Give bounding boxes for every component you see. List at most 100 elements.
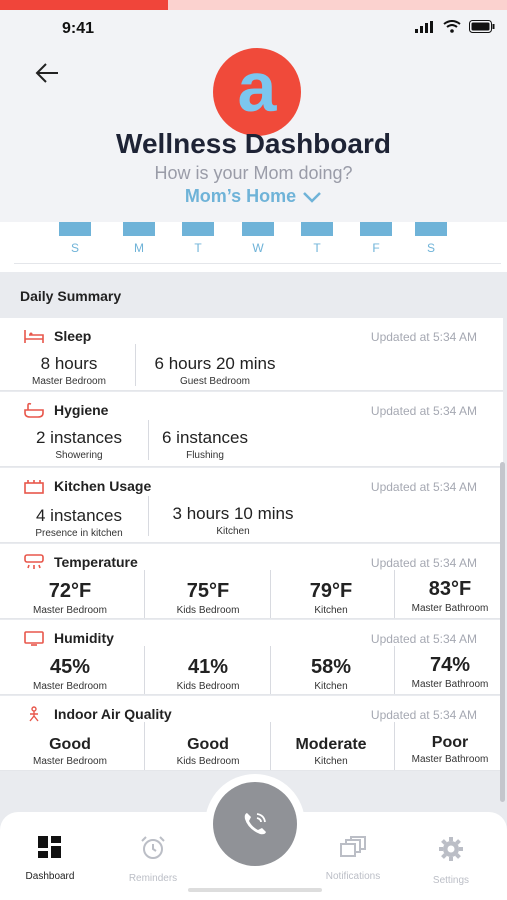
metric-location: Kitchen [314, 756, 348, 767]
metric-location: Kitchen [314, 681, 348, 692]
metric-location: Kitchen [216, 526, 250, 537]
metric-cell: 83°F Master Bathroom [397, 578, 503, 614]
page-subtitle: How is your Mom doing? [154, 163, 353, 183]
metric-cell: Moderate Kitchen [272, 736, 390, 767]
wifi-icon [443, 20, 461, 33]
day-column[interactable]: W [242, 222, 274, 255]
home-selector[interactable]: Mom’s Home [0, 186, 507, 207]
bathtub-icon [24, 402, 44, 418]
card-header: Humidity [24, 630, 114, 646]
metric-value: 72°F [48, 580, 92, 602]
metric-cell: 79°F Kitchen [272, 580, 390, 616]
bed-icon [24, 330, 44, 343]
day-label: F [372, 241, 380, 255]
metric-value: 75°F [186, 580, 230, 602]
metric-value: 58% [310, 656, 352, 678]
metric-location: Master Bedroom [33, 756, 107, 767]
day-bar [415, 222, 447, 236]
tab-notifications[interactable]: Notifications [313, 836, 393, 882]
day-column[interactable]: S [415, 222, 447, 255]
metric-value: Good [187, 736, 229, 753]
call-button[interactable] [213, 782, 297, 866]
day-column[interactable]: M [123, 222, 155, 255]
phone-icon [244, 813, 266, 835]
card-title: Sleep [54, 328, 92, 344]
stove-icon [24, 480, 44, 494]
updated-time: Updated at 5:34 AM [370, 708, 477, 722]
week-divider [14, 263, 501, 264]
metric-cell: 3 hours 10 mins Kitchen [158, 504, 308, 537]
scrollbar[interactable] [500, 462, 505, 802]
gear-icon [439, 837, 463, 861]
metric-location: Kids Bedroom [176, 605, 240, 616]
updated-time: Updated at 5:34 AM [370, 404, 477, 418]
metric-value: 45% [49, 656, 91, 678]
cell-divider [270, 646, 271, 694]
metric-value: 8 hours [40, 354, 98, 373]
home-indicator [188, 888, 322, 892]
card-title: Hygiene [54, 402, 109, 418]
metric-cell: 75°F Kids Bedroom [148, 580, 268, 616]
metric-location: Master Bedroom [33, 605, 107, 616]
metric-value: 74% [429, 654, 471, 676]
day-column[interactable]: T [182, 222, 214, 255]
day-label: T [313, 241, 321, 255]
cell-divider [135, 344, 136, 386]
metric-cell: 74% Master Bathroom [397, 654, 503, 690]
sleep-card[interactable]: Sleep Updated at 5:34 AM 8 hours Master B… [0, 318, 503, 391]
home-selector-label: Mom’s Home [184, 186, 297, 206]
cell-divider [394, 722, 395, 770]
metric-location: Showering [55, 450, 103, 461]
metric-value: Moderate [295, 736, 367, 753]
metric-cell: Poor Master Bathroom [397, 734, 503, 765]
status-icons [415, 20, 495, 33]
kitchen-usage-card[interactable]: Kitchen Usage Updated at 5:34 AM 4 insta… [0, 468, 503, 543]
hygiene-card[interactable]: Hygiene Updated at 5:34 AM 2 instances Sh… [0, 392, 503, 467]
tab-reminders[interactable]: Reminders [113, 836, 193, 884]
day-label: S [426, 241, 435, 255]
card-title: Kitchen Usage [54, 478, 152, 494]
day-column[interactable]: T [301, 222, 333, 255]
day-column[interactable]: S [59, 222, 91, 255]
metric-location: Master Bathroom [411, 754, 489, 765]
card-title: Indoor Air Quality [54, 706, 172, 722]
card-header: Temperature [24, 554, 138, 570]
metric-location: Master Bedroom [33, 681, 107, 692]
day-bar [242, 222, 274, 236]
tab-label: Reminders [128, 873, 178, 884]
cell-divider [144, 722, 145, 770]
day-label: W [252, 241, 264, 255]
back-arrow-icon[interactable] [32, 58, 62, 88]
metric-cell: 72°F Master Bedroom [10, 580, 130, 616]
cell-divider [144, 570, 145, 618]
card-title: Temperature [54, 554, 138, 570]
notifications-icon [340, 836, 366, 857]
updated-time: Updated at 5:34 AM [370, 632, 477, 646]
metric-location: Master Bathroom [411, 679, 489, 690]
chevron-down-icon [303, 192, 322, 204]
day-bar [182, 222, 214, 236]
status-bar: 9:41 [0, 10, 507, 46]
day-column[interactable]: F [360, 222, 392, 255]
updated-time: Updated at 5:34 AM [370, 480, 477, 494]
temperature-card[interactable]: Temperature Updated at 5:34 AM 72°F Maste… [0, 544, 503, 619]
metric-cell: 8 hours Master Bedroom [14, 354, 124, 387]
card-header: Kitchen Usage [24, 478, 151, 494]
metric-location: Kids Bedroom [176, 681, 240, 692]
metric-cell: 6 hours 20 mins Guest Bedroom [140, 354, 290, 387]
tab-settings[interactable]: Settings [411, 836, 491, 886]
metric-value: 6 hours 20 mins [154, 354, 276, 373]
day-bar [59, 222, 91, 236]
metric-value: 4 instances [36, 506, 122, 525]
cell-divider [394, 570, 395, 618]
day-bar [123, 222, 155, 236]
metric-value: 6 instances [162, 428, 248, 447]
metric-cell: 45% Master Bedroom [10, 656, 130, 692]
tab-dashboard[interactable]: Dashboard [10, 836, 90, 882]
indoor-air-quality-card[interactable]: Indoor Air Quality Updated at 5:34 AM Go… [0, 696, 503, 771]
app-logo: a [213, 48, 301, 136]
metric-location: Presence in kitchen [35, 528, 123, 539]
humidity-card[interactable]: Humidity Updated at 5:34 AM 45% Master Be… [0, 620, 503, 695]
day-label: T [194, 241, 202, 255]
status-time: 9:41 [62, 20, 95, 37]
